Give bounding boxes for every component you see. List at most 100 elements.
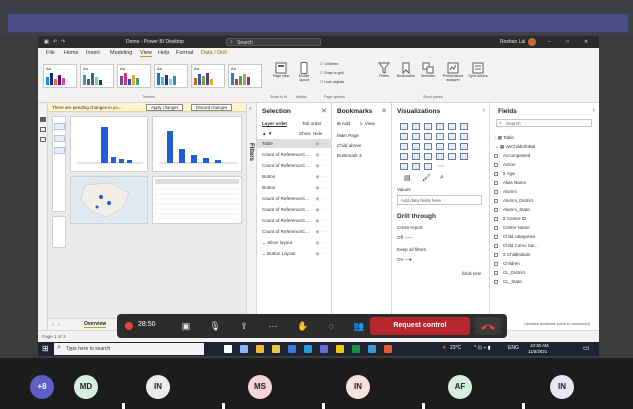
participants-icon[interactable]: 👥 [353,320,365,332]
field-item[interactable]: Child Como Sw... [503,243,538,248]
field-item[interactable]: Accompanied [503,153,530,158]
field-item[interactable]: Alumni [503,189,517,194]
visibility-icon[interactable]: ◉ ⋯ [316,196,325,202]
kpi-icon[interactable] [436,153,444,160]
visibility-icon[interactable]: ◉ ⋯ [316,229,325,235]
data-view-icon[interactable] [40,127,46,132]
powerbi-icon[interactable] [336,345,344,353]
prev-page-icon[interactable]: ‹ [52,322,54,328]
share-screen-icon[interactable]: ⇪ [238,320,250,332]
visibility-icon[interactable]: ◉ ⋯ [316,185,325,191]
page-view-button[interactable]: Page view [270,62,292,78]
table-visual[interactable] [152,176,242,224]
tab-tab-order[interactable]: Tab order [302,121,321,126]
field-item[interactable]: CL_District [503,270,525,275]
collapse-icon[interactable]: › [593,107,595,114]
card-icon[interactable] [424,153,432,160]
field-checkbox[interactable] [494,217,498,221]
gauge-icon[interactable] [412,153,420,160]
participant-avatar[interactable]: IN [146,375,170,399]
treemap-icon[interactable] [448,143,456,150]
donut-icon[interactable] [436,143,444,150]
field-item[interactable]: Σ Age [503,171,515,176]
field-checkbox[interactable] [494,253,498,257]
clustered-column-icon[interactable] [436,123,444,130]
clock-time[interactable]: 10:30 AM [530,343,549,348]
file-explorer-icon[interactable] [272,345,280,353]
theme-option[interactable]: Aa [228,64,262,88]
tab-home[interactable]: Home [64,50,79,56]
slicer-icon[interactable] [448,153,456,160]
100-bar-icon[interactable] [448,123,456,130]
collapse-icon[interactable]: › [483,107,485,114]
drill-fields-well[interactable]: fields here [462,271,481,276]
participant-avatar[interactable]: MD [74,375,98,399]
minimize-icon[interactable]: – [548,39,551,45]
bar-chart-visual[interactable] [70,116,148,172]
100-column-icon[interactable] [460,123,468,130]
tab-modeling[interactable]: Modeling [110,50,132,56]
add-bookmark-button[interactable]: ⊞ Add [337,121,350,127]
search-input[interactable]: ⌕ Search [226,38,321,46]
layer-item[interactable]: Button [262,174,275,179]
participant-avatar[interactable]: MS [248,375,272,399]
apply-changes-button[interactable]: Apply changes [146,104,184,111]
visibility-icon[interactable]: ◉ ⋯ [316,174,325,180]
task-view-icon[interactable] [224,345,232,353]
windows-start-icon[interactable]: ⊞ [42,344,49,353]
language-indicator[interactable]: ENG [508,345,519,351]
filters-pane-collapsed[interactable]: « Filters [246,103,257,330]
field-checkbox[interactable] [494,172,498,176]
fields-search-input[interactable]: ⌕ Search [496,119,592,127]
taskbar-search-input[interactable]: ⌕ Type here to search [54,343,204,355]
tab-view[interactable]: View [140,50,152,57]
field-checkbox[interactable] [494,208,498,212]
more-participants-avatar[interactable]: +8 [30,375,54,399]
outlook-icon[interactable] [368,345,376,353]
field-item[interactable]: Σ ChildInitials [503,252,530,257]
expand-icon[interactable]: « [249,106,252,112]
field-item[interactable]: Action [503,162,516,167]
field-checkbox[interactable] [494,163,498,167]
waterfall-icon[interactable] [460,133,468,140]
close-icon[interactable]: ✕ [321,107,327,115]
layer-item[interactable]: Count of ReferenceC... [262,152,309,157]
theme-option[interactable]: Aa [117,64,151,88]
theme-option[interactable]: Aa [154,64,188,88]
filters-pane-button[interactable]: Filters [373,62,395,78]
close-icon[interactable]: ✕ [584,39,588,45]
theme-option[interactable]: Aa [191,64,225,88]
next-page-icon[interactable]: › [58,322,60,328]
avatar[interactable] [528,38,536,46]
teams-icon[interactable] [320,345,328,353]
theme-option[interactable]: Aa [80,64,114,88]
visibility-icon[interactable]: ◉ ⋯ [316,240,325,246]
clustered-bar-icon[interactable] [424,123,432,130]
selection-pane-button[interactable]: Selection [417,62,439,78]
maximize-icon[interactable]: □ [566,39,569,45]
visibility-icon[interactable]: ◉ ⋯ [316,163,325,169]
layer-item[interactable]: Count of ReferenceC... [262,196,309,201]
qa-icon[interactable] [424,163,432,170]
format-tab-icon[interactable]: 🖌 [422,174,431,182]
column-chart-visual[interactable] [152,116,242,172]
bookmark-item[interactable]: Bookmark 3 [337,153,362,158]
tab-layer-order[interactable]: Layer order [262,121,288,127]
ribbon-chart-icon[interactable] [448,133,456,140]
field-checkbox[interactable] [494,199,498,203]
scatter-icon[interactable] [412,143,420,150]
analytics-tab-icon[interactable]: ⌕ [440,174,444,182]
page-tab-overview[interactable]: Overview [84,321,107,328]
line-chart-icon[interactable] [400,133,408,140]
report-view-icon[interactable] [40,117,46,122]
visibility-icon[interactable]: ◉ ⋯ [316,207,325,213]
bookmark-item[interactable]: Child above [337,143,361,148]
fields-tab-icon[interactable]: ▤ [404,174,411,182]
notifications-icon[interactable]: ▭ [583,344,590,352]
tab-help[interactable]: Help [158,50,169,56]
gridlines-checkbox[interactable]: ☐ Gridlines [320,62,338,66]
sync-slicers-button[interactable]: Sync slicers [468,62,488,78]
undo-icon[interactable]: ↶ [53,39,57,45]
layer-group[interactable]: ⌄ Button Layout [262,251,296,257]
close-icon[interactable]: ✕ [381,107,387,115]
